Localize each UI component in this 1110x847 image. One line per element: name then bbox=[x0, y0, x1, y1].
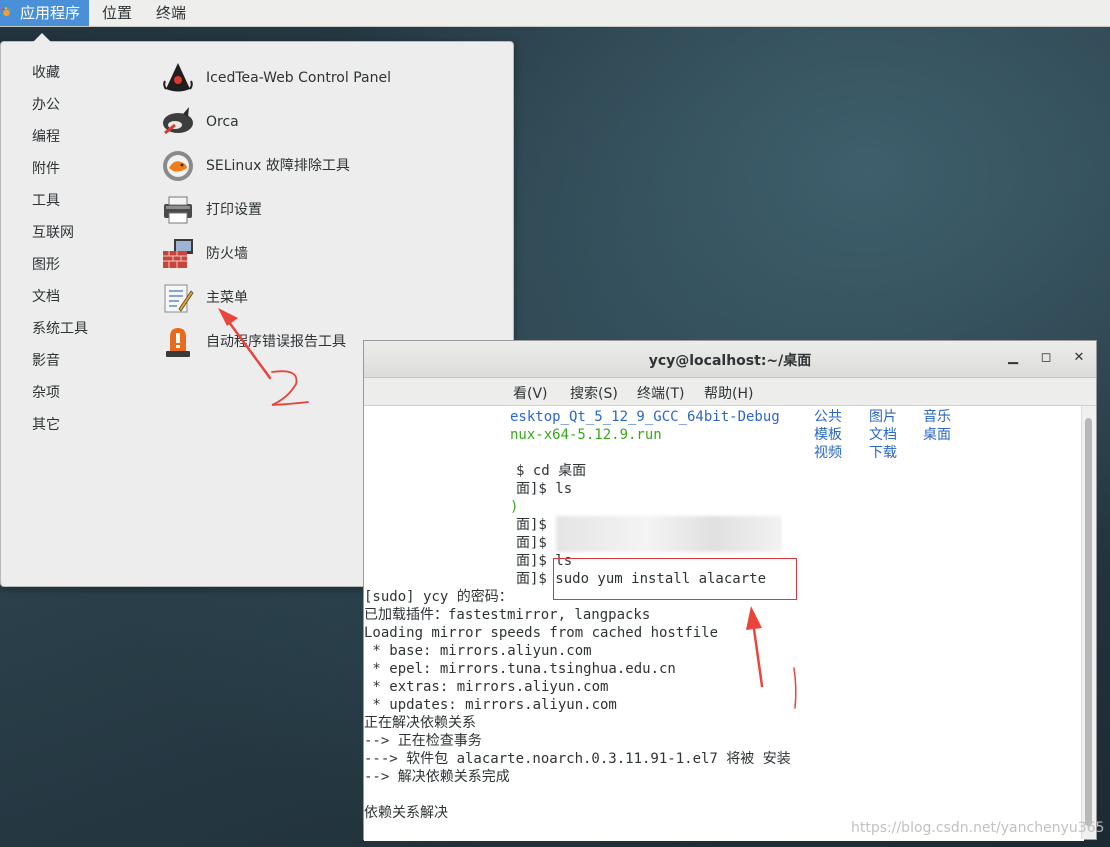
app-name: Orca bbox=[206, 114, 239, 130]
terminal-titlebar[interactable]: ycy@localhost:~/桌面 ▁ ◻ ✕ bbox=[364, 341, 1096, 378]
terminal-line: * base: mirrors.aliyun.com bbox=[364, 643, 592, 659]
terminal-line: 面]$ bbox=[516, 517, 547, 533]
main-menu-editor-icon bbox=[164, 284, 194, 313]
app-name: 主菜单 bbox=[206, 290, 248, 306]
app-icedtea-web-control-panel[interactable]: IcedTea-Web Control Panel bbox=[161, 61, 481, 97]
terminal-line: 依赖关系解决 bbox=[364, 805, 448, 821]
ls-entry: nux-x64-5.12.9.run bbox=[510, 427, 662, 443]
category-system-tools[interactable]: 系统工具 bbox=[32, 319, 88, 339]
terminal-scrollbar[interactable] bbox=[1081, 406, 1096, 839]
ls-entry: esktop_Qt_5_12_9_GCC_64bit-Debug bbox=[510, 409, 780, 425]
menu-pointer-arrow bbox=[33, 33, 51, 42]
category-misc[interactable]: 杂项 bbox=[32, 383, 60, 403]
app-orca[interactable]: Orca bbox=[161, 105, 481, 141]
orca-icon bbox=[163, 107, 193, 135]
category-programming[interactable]: 编程 bbox=[32, 127, 60, 147]
icedtea-duke-icon bbox=[163, 63, 193, 92]
terminal-line: * epel: mirrors.tuna.tsinghua.edu.cn bbox=[364, 661, 676, 677]
applications-menu-label: 应用程序 bbox=[20, 4, 81, 22]
top-panel: 应用程序 位置 终端 bbox=[0, 0, 1110, 27]
terminal-line: * extras: mirrors.aliyun.com bbox=[364, 679, 609, 695]
terminal-line: --> 正在检查事务 bbox=[364, 733, 482, 749]
app-selinux-troubleshooter[interactable]: SELinux 故障排除工具 bbox=[161, 149, 481, 185]
terminal-line: 面]$ bbox=[516, 535, 547, 551]
close-icon[interactable]: ✕ bbox=[1071, 350, 1087, 366]
menu-terminal[interactable]: 终端(T) bbox=[637, 383, 684, 403]
category-documents[interactable]: 文档 bbox=[32, 287, 60, 307]
category-accessories[interactable]: 附件 bbox=[32, 159, 60, 179]
menu-view[interactable]: 看(V) bbox=[513, 383, 548, 403]
app-name: 打印设置 bbox=[206, 202, 262, 218]
gnome-foot-icon bbox=[1, 7, 11, 17]
places-menu-button[interactable]: 位置 bbox=[102, 0, 132, 26]
ls-dir: 公共 bbox=[814, 409, 842, 425]
firewall-icon bbox=[163, 239, 193, 268]
terminal-menubar: 看(V) 搜索(S) 终端(T) 帮助(H) bbox=[364, 378, 1096, 406]
ls-dir: 桌面 bbox=[923, 427, 951, 443]
watermark: https://blog.csdn.net/yanchenyu365 bbox=[851, 820, 1105, 836]
printer-icon bbox=[164, 196, 192, 224]
scrollbar-thumb[interactable] bbox=[1085, 418, 1092, 826]
category-graphics[interactable]: 图形 bbox=[32, 255, 60, 275]
terminal-title: ycy@localhost:~/桌面 bbox=[648, 353, 812, 369]
terminal-line: --> 解决依赖关系完成 bbox=[364, 769, 510, 785]
minimize-icon[interactable]: ▁ bbox=[1005, 350, 1021, 366]
menu-help[interactable]: 帮助(H) bbox=[704, 383, 753, 403]
terminal-app-menu[interactable]: 终端 bbox=[156, 0, 186, 26]
terminal-line: * updates: mirrors.aliyun.com bbox=[364, 697, 617, 713]
ls-dir: 音乐 bbox=[923, 409, 951, 425]
app-name: 自动程序错误报告工具 bbox=[206, 334, 346, 350]
category-tools[interactable]: 工具 bbox=[32, 191, 60, 211]
category-sound-video[interactable]: 影音 bbox=[32, 351, 60, 371]
app-name: IcedTea-Web Control Panel bbox=[206, 70, 391, 86]
terminal-line: 正在解决依赖关系 bbox=[364, 715, 476, 731]
annotation-highlight-box bbox=[553, 558, 797, 600]
terminal-line: $ cd 桌面 bbox=[516, 463, 587, 479]
terminal-line: ---> 软件包 alacarte.noarch.0.3.11.91-1.el7… bbox=[364, 751, 791, 767]
terminal-line: [sudo] ycy 的密码： bbox=[364, 589, 513, 605]
terminal-line: 已加载插件：fastestmirror, langpacks bbox=[364, 607, 651, 623]
terminal-line: 面]$ ls bbox=[516, 481, 573, 497]
app-main-menu[interactable]: 主菜单 bbox=[161, 281, 481, 317]
category-office[interactable]: 办公 bbox=[32, 95, 60, 115]
app-firewall[interactable]: 防火墙 bbox=[161, 237, 481, 273]
ls-dir: 模板 bbox=[814, 427, 842, 443]
alert-beacon-icon bbox=[166, 328, 190, 357]
category-favorites[interactable]: 收藏 bbox=[32, 63, 60, 83]
ls-dir: 下载 bbox=[869, 445, 897, 461]
ls-dir: 文档 bbox=[869, 427, 897, 443]
ls-dir: 图片 bbox=[869, 409, 897, 425]
menu-search[interactable]: 搜索(S) bbox=[570, 383, 618, 403]
terminal-output[interactable]: esktop_Qt_5_12_9_GCC_64bit-Debug nux-x64… bbox=[364, 406, 1084, 841]
terminal-line-fragment: ) bbox=[510, 499, 519, 515]
terminal-line: Loading mirror speeds from cached hostfi… bbox=[364, 625, 719, 641]
maximize-icon[interactable]: ◻ bbox=[1038, 350, 1054, 366]
selinux-troubleshooter-icon bbox=[163, 151, 193, 181]
app-name: 防火墙 bbox=[206, 246, 248, 262]
category-internet[interactable]: 互联网 bbox=[32, 223, 74, 243]
app-name: SELinux 故障排除工具 bbox=[206, 158, 350, 174]
category-other[interactable]: 其它 bbox=[32, 415, 60, 435]
redacted-region bbox=[556, 516, 782, 552]
applications-menu-button[interactable]: 应用程序 bbox=[0, 0, 89, 26]
app-print-settings[interactable]: 打印设置 bbox=[161, 193, 481, 229]
ls-dir: 视频 bbox=[814, 445, 842, 461]
